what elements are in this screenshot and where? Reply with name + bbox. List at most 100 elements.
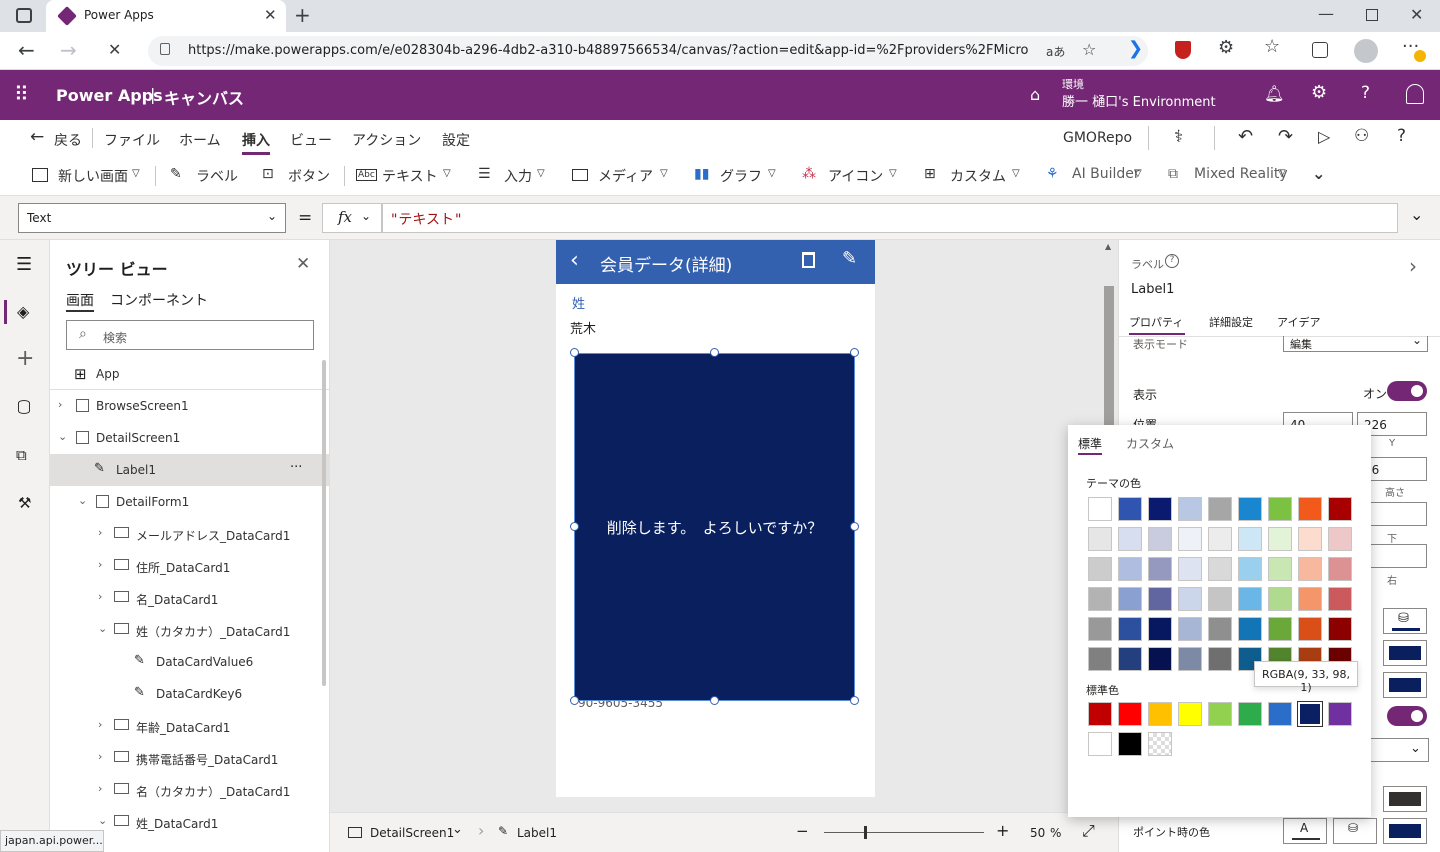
color-swatch[interactable]	[1208, 497, 1232, 521]
fill-color-button[interactable]: ⛁	[1383, 608, 1427, 634]
undo-icon[interactable]: ↶	[1238, 126, 1253, 147]
color-swatch[interactable]	[1238, 702, 1262, 726]
help-icon[interactable]: ?	[1361, 83, 1370, 103]
media-button[interactable]: メディア	[598, 166, 653, 186]
color-swatch[interactable]	[1178, 617, 1202, 641]
color-swatch[interactable]	[1118, 557, 1142, 581]
color-swatch[interactable]	[1148, 497, 1172, 521]
color-swatch[interactable]	[1208, 557, 1232, 581]
favorite-add-icon[interactable]: ☆	[1082, 40, 1096, 59]
search-input[interactable]: ⌕ 検索	[66, 320, 314, 350]
color-swatch[interactable]	[1268, 497, 1292, 521]
color-swatch[interactable]	[1148, 647, 1172, 671]
tree-item-datacard[interactable]: › 携帯電話番号_DataCard1	[50, 742, 330, 774]
resize-handle[interactable]	[570, 696, 579, 705]
input-button[interactable]: 入力	[504, 166, 532, 186]
preview-play-icon[interactable]: ▷	[1318, 127, 1330, 146]
color-swatch[interactable]	[1238, 587, 1262, 611]
color-swatch[interactable]	[1208, 647, 1232, 671]
custom-button[interactable]: カスタム	[950, 166, 1006, 186]
media-rail-icon[interactable]: ⧉	[16, 446, 27, 464]
menu-action[interactable]: アクション	[352, 130, 421, 150]
extension-arrow-icon[interactable]: ❯	[1128, 38, 1143, 59]
display-mode-dropdown[interactable]: 編集 ⌄	[1283, 333, 1428, 352]
environment-name[interactable]: 勝一 樋口's Environment	[1062, 91, 1216, 110]
menu-settings[interactable]: 設定	[442, 130, 470, 150]
label-button[interactable]: ラベル	[196, 166, 238, 186]
tree-item-datacard[interactable]: › 住所_DataCard1	[50, 550, 330, 582]
expand-ribbon-icon[interactable]: ⌄	[1312, 164, 1325, 183]
color-swatch[interactable]	[1298, 617, 1322, 641]
color-swatch[interactable]	[1118, 702, 1142, 726]
browser-tab[interactable]: Power Apps ✕	[46, 0, 286, 32]
color-swatch[interactable]	[1088, 647, 1112, 671]
color-swatch[interactable]	[1148, 527, 1172, 551]
tab-custom[interactable]: カスタム	[1126, 435, 1174, 452]
dropdown-field[interactable]: ⌄	[1369, 738, 1429, 762]
close-panel-icon[interactable]: ✕	[296, 254, 310, 274]
redo-icon[interactable]: ↷	[1278, 126, 1293, 147]
chevron-right-icon[interactable]: ›	[98, 718, 102, 731]
color-swatch[interactable]	[1238, 527, 1262, 551]
color-swatch[interactable]	[1148, 557, 1172, 581]
extensions-icon[interactable]: ⚙	[1218, 37, 1234, 58]
color-swatch[interactable]	[1178, 557, 1202, 581]
back-button[interactable]: 戻る	[54, 130, 82, 150]
tab-actions-icon[interactable]	[16, 8, 32, 23]
favorites-icon[interactable]: ☆	[1264, 36, 1280, 57]
color-swatch[interactable]	[1238, 617, 1262, 641]
color-swatch[interactable]	[1298, 557, 1322, 581]
notifications-icon[interactable]: 🔔︎	[1264, 84, 1284, 103]
color-swatch[interactable]	[1298, 587, 1322, 611]
color-field[interactable]	[1383, 672, 1427, 698]
tree-item-detailform[interactable]: ⌄ DetailForm1	[50, 486, 330, 518]
selected-label[interactable]: 削除します。 よろしいですか？	[574, 353, 855, 701]
fit-to-window-icon[interactable]: ⤢	[1082, 821, 1095, 841]
toggle-switch[interactable]	[1387, 706, 1427, 726]
color-swatch[interactable]	[1088, 497, 1112, 521]
phone-screen[interactable]: ‹ 会員データ(詳細) ✎ 姓 荒木 90-9605-3455 削除します。 よ…	[556, 240, 875, 797]
resize-handle[interactable]	[570, 348, 579, 357]
ai-builder-button[interactable]: AI Builder	[1072, 166, 1140, 182]
color-swatch[interactable]	[1148, 732, 1172, 756]
url-field[interactable]: https://make.powerapps.com/e/e028304b-a2…	[148, 36, 1148, 66]
tree-scrollbar[interactable]	[322, 360, 326, 686]
tab-standard[interactable]: 標準	[1078, 435, 1102, 452]
visible-toggle[interactable]	[1387, 381, 1427, 401]
color-swatch[interactable]	[1268, 557, 1292, 581]
menu-icon[interactable]: ☰	[16, 254, 32, 275]
tree-item-datacard[interactable]: › 名（カタカナ）_DataCard1	[50, 774, 330, 806]
color-swatch[interactable]	[1298, 497, 1322, 521]
insert-icon[interactable]: +	[16, 346, 34, 371]
color-swatch[interactable]	[1238, 497, 1262, 521]
collapse-panel-icon[interactable]: ›	[1409, 254, 1417, 278]
color-swatch[interactable]	[1297, 701, 1323, 727]
screen-breadcrumb[interactable]: DetailScreen1	[370, 826, 454, 840]
color-swatch[interactable]	[1208, 617, 1232, 641]
zoom-in-icon[interactable]: +	[996, 821, 1009, 840]
color-swatch[interactable]	[1328, 557, 1352, 581]
tree-item-datacardkey[interactable]: ✎ DataCardKey6	[50, 678, 330, 710]
resize-handle[interactable]	[850, 348, 859, 357]
color-swatch[interactable]	[1268, 527, 1292, 551]
color-swatch[interactable]	[1328, 527, 1352, 551]
tab-advanced[interactable]: 詳細設定	[1209, 314, 1253, 330]
tree-item-datacard[interactable]: ⌄ 姓（カタカナ）_DataCard1	[50, 614, 330, 646]
chevron-right-icon[interactable]: ›	[98, 750, 102, 763]
lock-icon[interactable]	[160, 43, 170, 55]
tree-item-app[interactable]: ⊞ App	[50, 358, 330, 390]
color-swatch[interactable]	[1208, 702, 1232, 726]
share-user-icon[interactable]: ⚇	[1354, 126, 1369, 146]
color-swatch[interactable]	[1328, 702, 1352, 726]
stop-loading-icon[interactable]: ✕	[108, 40, 121, 59]
color-swatch[interactable]	[1178, 702, 1202, 726]
settings-icon[interactable]: ⚙	[1311, 82, 1327, 103]
chevron-right-icon[interactable]: ›	[98, 526, 102, 539]
color-swatch[interactable]	[1088, 557, 1112, 581]
chevron-down-icon[interactable]: ⌄	[452, 822, 463, 837]
color-swatch[interactable]	[1118, 497, 1142, 521]
color-swatch[interactable]	[1208, 527, 1232, 551]
text-button[interactable]: テキスト	[382, 166, 438, 186]
tree-item-datacardvalue[interactable]: ✎ DataCardValue6	[50, 646, 330, 678]
color-swatch[interactable]	[1268, 617, 1292, 641]
